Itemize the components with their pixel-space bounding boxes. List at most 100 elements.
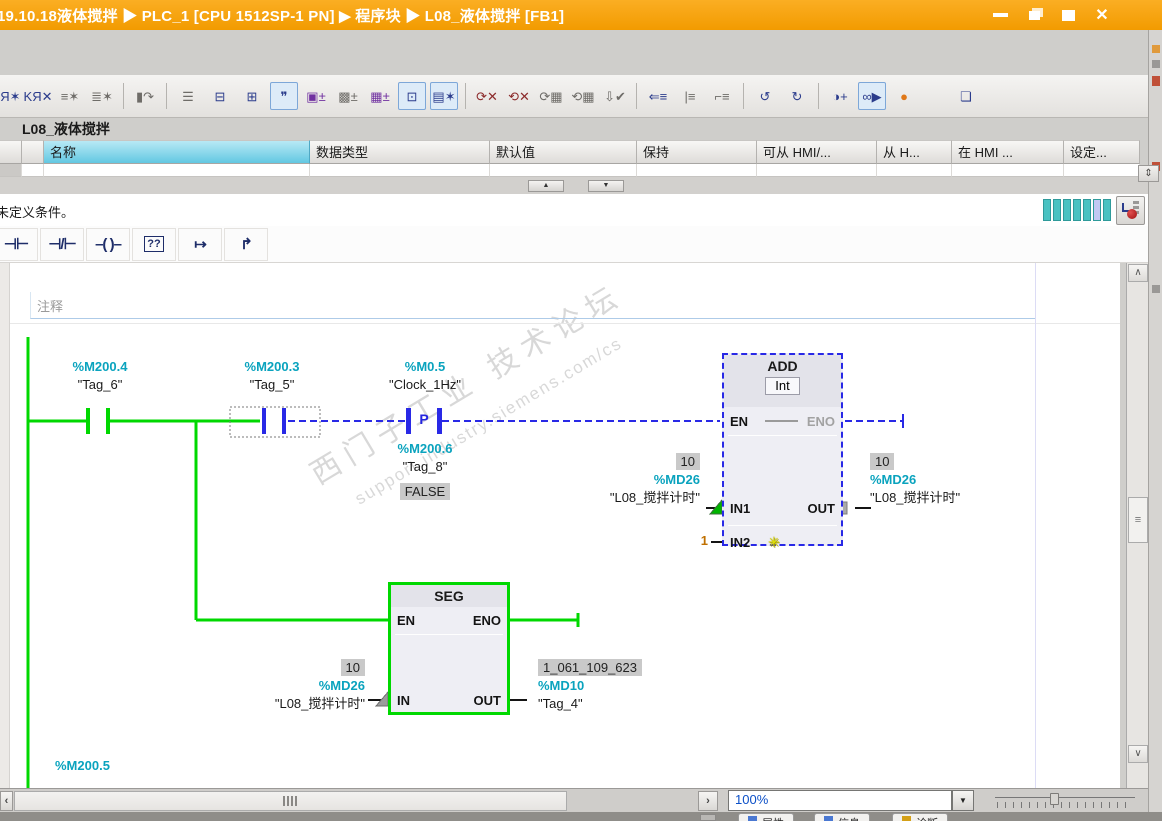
col-accessible-hmi[interactable]: 可从 HMI/... (757, 140, 877, 164)
inspector-tabs: 属性 信息 诊断 (738, 813, 948, 821)
expand-networks-icon[interactable]: ⊞ (238, 82, 266, 110)
coil-button[interactable]: –( )– (86, 227, 130, 261)
scroll-down-icon[interactable]: ∨ (1128, 745, 1148, 763)
snapshot-icon[interactable]: ⟲▦ (569, 82, 597, 110)
network-comments-icon[interactable]: ❞ (270, 82, 298, 110)
operand-add-in2-constant[interactable]: 1 (610, 533, 708, 548)
delete-network-icon[interactable]: KЯ✕ (24, 82, 53, 110)
col-accessible-hmi[interactable] (757, 164, 877, 177)
toolbar-icon (636, 83, 637, 109)
operand-format-icon[interactable]: ▦± (366, 82, 394, 110)
minimize-icon[interactable] (990, 5, 1010, 25)
nc-contact-button[interactable]: ⊣/⊢ (40, 227, 84, 261)
monitor-value-badge: 10 (675, 453, 700, 470)
tab-properties[interactable]: 属性 (738, 813, 794, 821)
splitter-bar[interactable]: ▲ ▼ (0, 177, 1162, 195)
col-row-head[interactable] (0, 140, 22, 164)
freeform-comments-icon[interactable]: ⊡ (398, 82, 426, 110)
assignment-list-icon[interactable]: ⌐≡ (708, 82, 736, 110)
keep-actual-values-icon[interactable]: ▮↷ (131, 82, 159, 110)
add-block-type[interactable]: Int (765, 377, 800, 395)
window-icon-fragment (700, 814, 716, 821)
breakpoint-button[interactable] (1116, 196, 1145, 225)
operand-seg-out[interactable]: 1_061_109_623 %MD10 "Tag_4" (538, 659, 778, 713)
prev-error-icon[interactable]: ⟲✕ (505, 82, 533, 110)
jump-back-icon[interactable]: ↺ (751, 82, 779, 110)
data-log-icon[interactable]: ● (890, 82, 918, 110)
col-writable-hmi[interactable]: 从 H... (877, 140, 952, 164)
no-contact-symbol-tag5[interactable] (262, 408, 286, 434)
operand-next-network[interactable]: %M200.5 (55, 757, 175, 775)
table-expand-icon[interactable]: ⇕ (1138, 165, 1159, 182)
col-setpoint[interactable] (1064, 164, 1140, 177)
col-name[interactable]: 名称 (44, 140, 310, 164)
next-error-icon[interactable]: ⟳✕ (473, 82, 501, 110)
zoom-slider[interactable] (995, 793, 1135, 809)
col-default[interactable]: 默认值 (490, 140, 637, 164)
compare-icon[interactable]: ◑+ (826, 82, 854, 110)
horizontal-scrollbar[interactable] (14, 791, 567, 811)
splitter-down-icon[interactable]: ▼ (588, 180, 624, 192)
add-block[interactable]: ADD Int EN ENO IN1 IN2 ✳ OUT (722, 353, 843, 550)
no-contact-symbol-tag6[interactable] (86, 408, 110, 434)
load-preview-icon[interactable]: ⇐≡ (644, 82, 672, 110)
update-block-call-icon[interactable]: ⟳▦ (537, 82, 565, 110)
lad-editor-canvas[interactable]: 西门子工业 技术论坛 support.industry.siemens.com/… (10, 263, 1120, 788)
maximize-icon[interactable] (1058, 5, 1078, 25)
collapse-networks-icon[interactable]: ⊟ (206, 82, 234, 110)
tab-diagnostics[interactable]: 诊断 (892, 813, 948, 821)
call-structure-icon[interactable]: |≡ (676, 82, 704, 110)
operand-add-in1[interactable]: 10 %MD26 "L08_搅拌计时" (530, 453, 700, 507)
col-name[interactable] (44, 164, 310, 177)
vertical-scrollbar[interactable]: ∧ ≡ ∨ (1126, 263, 1148, 788)
favorites-visible-icon[interactable]: ▤✶ (430, 82, 458, 110)
consistency-check-icon[interactable]: ⇩✔ (601, 82, 629, 110)
col-default[interactable] (490, 164, 637, 177)
insert-network-icon[interactable]: KЯ✶ (0, 82, 20, 110)
operand-add-out[interactable]: 10 %MD26 "L08_搅拌计时" (870, 453, 1100, 507)
network-list-icon[interactable]: ☰ (174, 82, 202, 110)
tab-info[interactable]: 信息 (814, 813, 870, 821)
col-datatype[interactable] (310, 164, 490, 177)
close-icon[interactable]: ✕ (1092, 5, 1112, 25)
monitoring-icon[interactable]: ∞▶ (858, 82, 886, 110)
empty-box-button[interactable]: ?? (132, 227, 176, 261)
splitter-up-icon[interactable]: ▲ (528, 180, 564, 192)
operand-tag6[interactable]: %M200.4 "Tag_6" (30, 358, 170, 394)
col-visible-hmi[interactable] (952, 164, 1064, 177)
zoom-level-combobox[interactable]: 100% (728, 790, 952, 811)
editor-layout-icon[interactable]: ❏ (952, 82, 980, 110)
scroll-left-icon[interactable]: ‹ (0, 791, 13, 811)
col-visible-hmi[interactable]: 在 HMI ... (952, 140, 1064, 164)
scroll-right-icon[interactable]: › (698, 791, 718, 811)
open-branch-button[interactable]: ↦ (178, 227, 222, 261)
operand-clock1hz[interactable]: %M0.5 "Clock_1Hz" (355, 358, 495, 394)
insert-row-icon[interactable]: ≡✶ (56, 82, 84, 110)
col-writable-hmi[interactable] (877, 164, 952, 177)
restore-icon[interactable] (1024, 5, 1044, 25)
col-marker[interactable] (22, 164, 44, 177)
operand-tag5[interactable]: %M200.3 "Tag_5" (202, 358, 342, 394)
col-retain[interactable]: 保持 (637, 140, 757, 164)
zoom-dropdown-icon[interactable]: ▼ (952, 790, 974, 811)
zoom-slider-thumb[interactable] (1050, 793, 1059, 805)
no-contact-button[interactable]: ⊣⊢ (0, 227, 38, 261)
monitor-bar (1103, 199, 1111, 221)
col-datatype[interactable]: 数据类型 (310, 140, 490, 164)
jump-forward-icon[interactable]: ↻ (783, 82, 811, 110)
right-panel-edge[interactable] (1148, 30, 1162, 821)
operand-edge-memory[interactable]: %M200.6 "Tag_8" FALSE (355, 440, 495, 501)
col-row-head[interactable] (0, 164, 22, 177)
vertical-scroll-thumb[interactable]: ≡ (1128, 497, 1148, 543)
scroll-up-icon[interactable]: ∧ (1128, 264, 1148, 282)
col-setpoint[interactable]: 设定... (1064, 140, 1140, 164)
seg-block[interactable]: SEG EN ENO IN OUT (388, 582, 510, 715)
absolute-operands-icon[interactable]: ▣± (302, 82, 330, 110)
add-row-icon[interactable]: ≣✶ (88, 82, 116, 110)
col-marker[interactable] (22, 140, 44, 164)
operand-seg-in[interactable]: 10 %MD26 "L08_搅拌计时" (195, 659, 365, 713)
horizontal-scroll-thumb[interactable] (283, 796, 299, 806)
col-retain[interactable] (637, 164, 757, 177)
close-branch-button[interactable]: ↱ (224, 227, 268, 261)
symbolic-operands-icon[interactable]: ▩± (334, 82, 362, 110)
